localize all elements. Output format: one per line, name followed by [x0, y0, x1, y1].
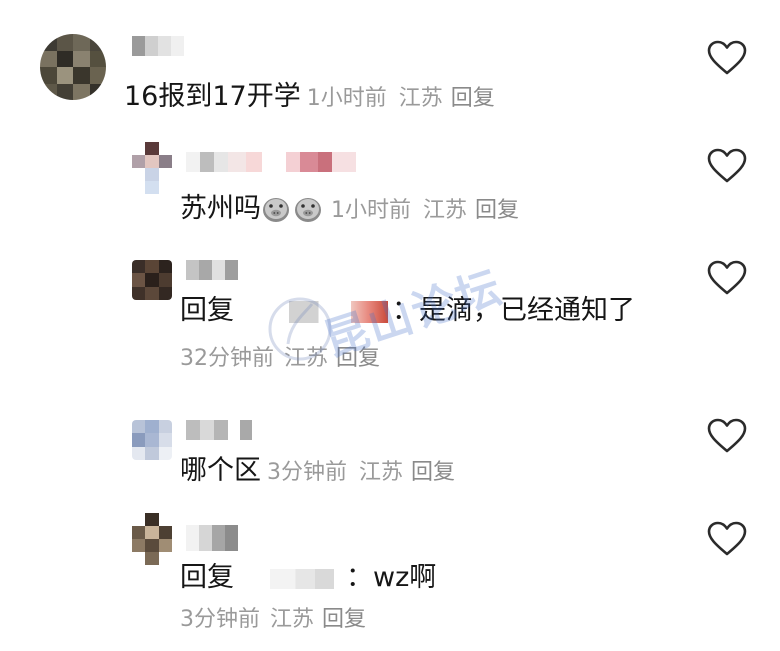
reply-button[interactable]: 回复 [411, 460, 455, 485]
comment-location: 江苏 [398, 86, 443, 111]
comment-text: 16报到17开学 [124, 81, 301, 112]
comment-time: 1小时前 [306, 86, 387, 111]
comment-text: 苏州吗 [180, 193, 261, 224]
comment-2: 苏州吗 1小时前 江苏 回复 [0, 130, 780, 240]
comment-4: 哪个区 3分钟前 江苏 回复 [0, 410, 780, 500]
comment-location: 江苏 [284, 346, 329, 371]
comment-body: 回复 ：是滴，已经通知了 [180, 294, 635, 328]
reply-button[interactable]: 回复 [322, 607, 366, 632]
reply-button[interactable]: 回复 [336, 346, 380, 371]
username-blurred[interactable] [186, 152, 356, 172]
heart-outline-icon[interactable] [707, 148, 747, 184]
username-blurred[interactable] [186, 525, 238, 551]
avatar[interactable] [132, 142, 172, 194]
comment-body: 哪个区 3分钟前 江苏 回复 [180, 454, 455, 490]
mentioned-user-blurred[interactable] [264, 300, 388, 323]
comment-time: 32分钟前 [180, 346, 274, 371]
mention-separator: ： [346, 562, 373, 593]
reply-button[interactable]: 回复 [451, 86, 495, 111]
comment-time: 3分钟前 [180, 607, 260, 632]
comment-text: 是滴，已经通知了 [419, 295, 635, 326]
heart-outline-icon[interactable] [707, 521, 747, 557]
comment-time: 3分钟前 [267, 460, 347, 485]
comment-body: 苏州吗 1小时前 江苏 回复 [180, 192, 519, 228]
comment-5: 回复 ：wz啊 3分钟前 江苏 回复 [0, 505, 780, 645]
username-blurred[interactable] [132, 36, 184, 56]
heart-outline-icon[interactable] [707, 260, 747, 296]
reply-prefix: 回复 [180, 295, 234, 326]
comment-meta: 32分钟前 江苏 回复 [180, 344, 380, 374]
avatar[interactable] [132, 420, 172, 460]
pig-face-emoji-icon [295, 198, 321, 222]
heart-outline-icon[interactable] [707, 418, 747, 454]
mention-separator: ： [392, 295, 419, 326]
comment-text: wz啊 [373, 562, 437, 593]
comment-1: 16报到17开学 1小时前 江苏 回复 [0, 0, 780, 120]
username-blurred[interactable] [186, 260, 238, 280]
avatar[interactable] [40, 34, 106, 100]
reply-button[interactable]: 回复 [475, 198, 519, 223]
reply-prefix: 回复 [180, 562, 234, 593]
comment-location: 江苏 [359, 460, 404, 485]
comment-text: 哪个区 [180, 455, 261, 486]
comment-location: 江苏 [270, 607, 315, 632]
comment-meta: 3分钟前 江苏 回复 [180, 605, 366, 635]
username-blurred[interactable] [186, 420, 266, 440]
mentioned-user-blurred[interactable] [270, 568, 334, 589]
comment-location: 江苏 [423, 198, 468, 223]
comment-3: 回复 ：是滴，已经通知了 32分钟前 江苏 回复 [0, 250, 780, 390]
pig-face-emoji-icon [263, 198, 289, 222]
heart-outline-icon[interactable] [707, 40, 747, 76]
avatar[interactable] [132, 513, 172, 565]
comment-time: 1小时前 [331, 198, 411, 223]
comment-body: 16报到17开学 1小时前 江苏 回复 [124, 80, 495, 116]
comment-body: 回复 ：wz啊 [180, 561, 436, 595]
avatar[interactable] [132, 260, 172, 300]
